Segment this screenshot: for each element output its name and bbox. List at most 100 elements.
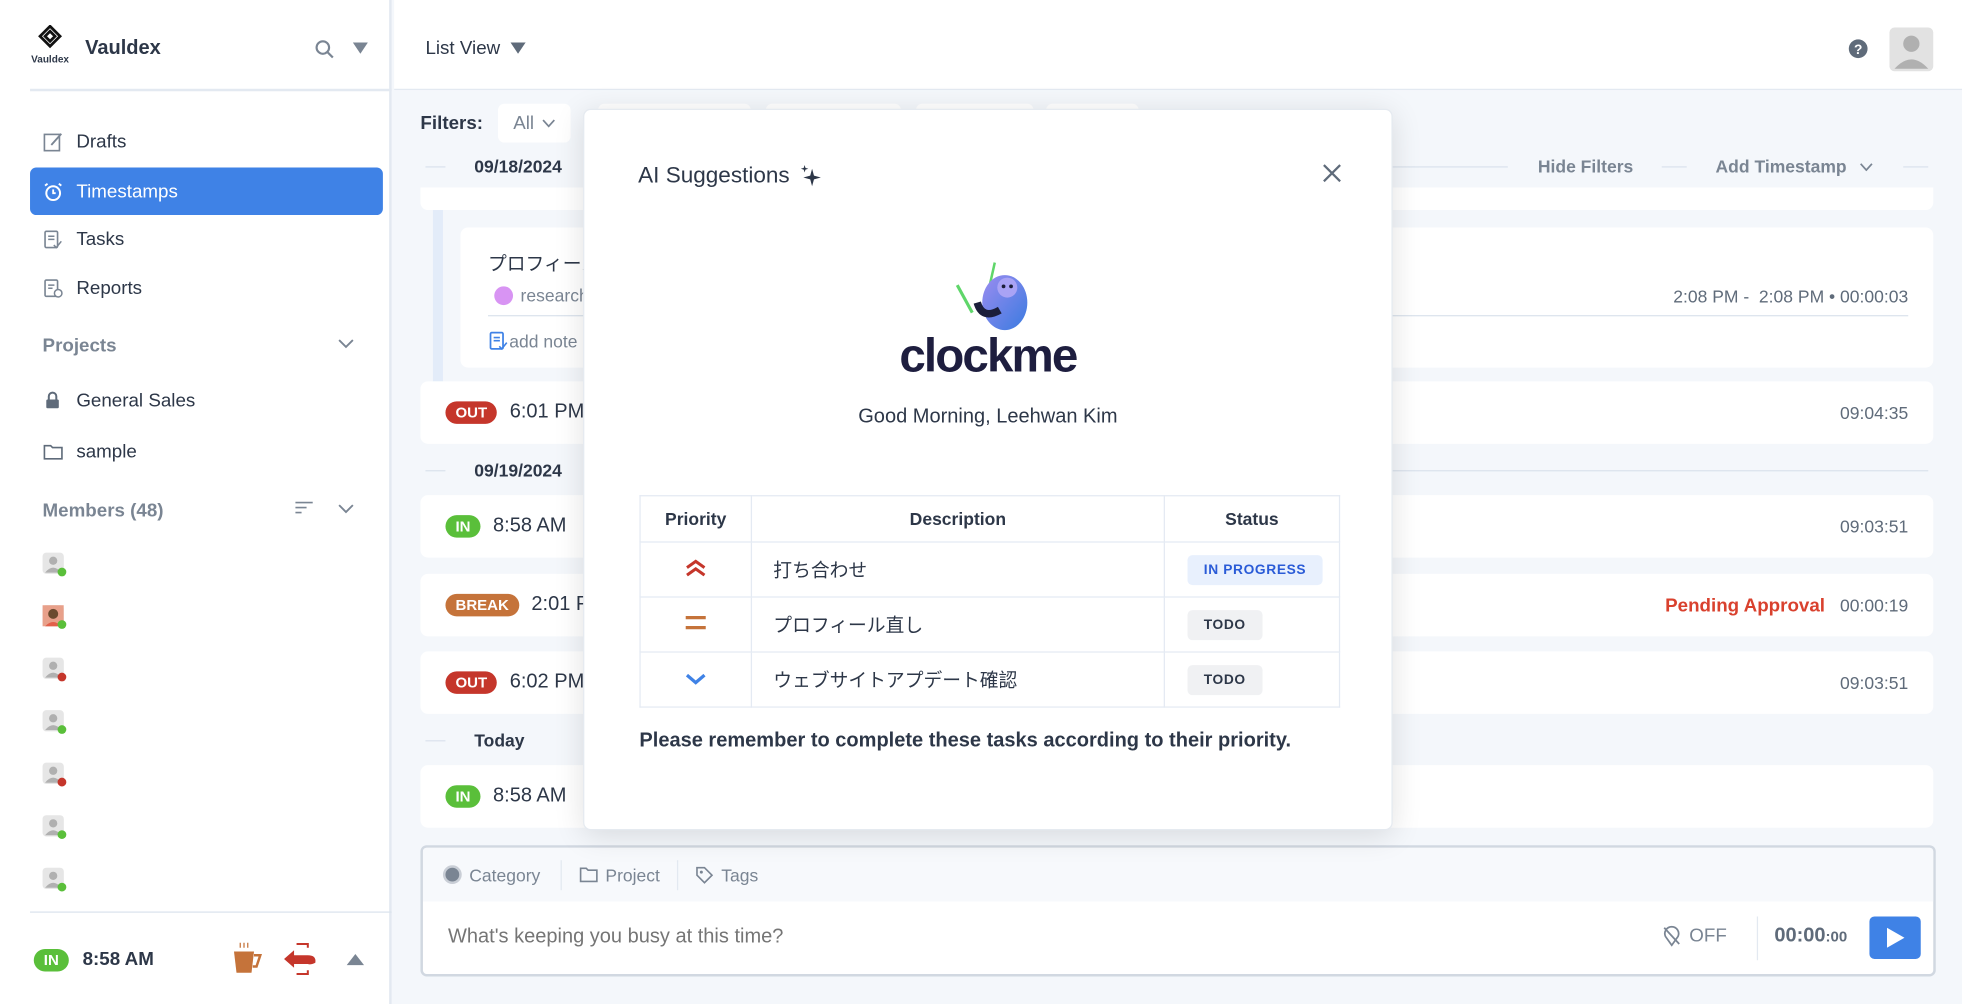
modal-footer-message: Please remember to complete these tasks …	[639, 730, 1292, 752]
sidebar: Vauldex Vauldex Drafts Timestamps Tasks …	[0, 0, 392, 1004]
category-tag[interactable]: research	[494, 285, 589, 305]
coffee-break-icon[interactable]	[230, 940, 265, 975]
view-label: List View	[425, 37, 501, 59]
column-header: Status	[1163, 495, 1341, 543]
sort-icon[interactable]	[295, 501, 313, 515]
sidebar-item-label: Timestamps	[76, 180, 178, 202]
ai-suggestions-modal: AI Suggestions clockme Good Morning, Lee…	[583, 108, 1393, 831]
note-icon	[489, 331, 508, 351]
add-timestamp-label: Add Timestamp	[1715, 156, 1847, 177]
modal-title-text: AI Suggestions	[638, 162, 790, 188]
location-off-icon	[1663, 925, 1680, 947]
member-avatar[interactable]	[42, 762, 67, 787]
hide-filters-button[interactable]: Hide Filters	[1538, 156, 1633, 176]
workspace-name[interactable]: Vauldex	[85, 38, 161, 61]
start-timer-button[interactable]	[1869, 916, 1921, 959]
filter-all-dropdown[interactable]: All	[498, 103, 571, 143]
status-badge: OUT	[445, 671, 498, 694]
chevron-down-icon[interactable]	[338, 504, 354, 514]
clipboard-check-icon	[44, 229, 62, 249]
location-toggle[interactable]: OFF	[1662, 925, 1727, 947]
status-badge: IN	[445, 515, 481, 538]
close-icon[interactable]	[1323, 164, 1342, 183]
tags-label: Tags	[721, 864, 759, 885]
sidebar-item-reports[interactable]: Reports	[30, 264, 383, 312]
add-timestamp-button[interactable]: Add Timestamp	[1716, 156, 1873, 176]
presence-dot	[57, 830, 67, 839]
alarm-icon	[44, 182, 62, 201]
timer-main: 00:00	[1774, 925, 1826, 947]
table-row: プロフィール直し TODO	[639, 596, 1341, 653]
chevron-down-icon	[542, 119, 555, 128]
presence-dot	[57, 620, 67, 629]
clock-out-icon[interactable]	[283, 940, 321, 978]
status-badge: IN	[445, 785, 481, 808]
duration: 00:00:19	[1840, 595, 1909, 616]
folder-icon	[43, 444, 63, 460]
timestamp-time: 8:58 AM	[493, 785, 567, 807]
pending-approval-status: Pending Approval	[1665, 594, 1826, 616]
user-avatar[interactable]	[1889, 27, 1934, 72]
status-badge: BREAK	[445, 593, 519, 617]
project-label: Project	[605, 864, 660, 885]
status-badge: TODO	[1187, 664, 1263, 695]
projects-header[interactable]: Projects	[43, 335, 117, 356]
presence-dot	[57, 567, 67, 577]
sidebar-item-tasks[interactable]: Tasks	[30, 215, 383, 263]
timer-display: 00:00:00	[1774, 925, 1847, 948]
sidebar-item-label: Drafts	[76, 130, 127, 152]
duration: 09:03:51	[1840, 672, 1909, 693]
project-sample[interactable]: sample	[30, 428, 383, 476]
caret-down-icon	[510, 41, 526, 54]
timestamp-composer: Category Project Tags OFF 00:00:00	[420, 845, 1936, 977]
duration: 09:04:35	[1840, 402, 1909, 423]
project-general-sales[interactable]: General Sales	[30, 376, 383, 424]
table-row: 打ち合わせ IN PROGRESS	[639, 541, 1341, 598]
priority-medium-icon	[685, 616, 706, 630]
member-avatar[interactable]	[42, 710, 67, 734]
sidebar-item-timestamps[interactable]: Timestamps	[30, 167, 383, 216]
sloth-mascot-icon	[955, 262, 1027, 331]
priority-low-icon	[685, 673, 706, 685]
duration: 09:03:51	[1840, 516, 1909, 537]
add-note-button[interactable]: add note	[488, 330, 577, 351]
timestamp-time: 6:02 PM	[509, 671, 585, 693]
member-avatar[interactable]	[42, 657, 67, 682]
project-label: General Sales	[76, 389, 196, 411]
presence-dot	[57, 777, 67, 787]
member-avatar[interactable]	[42, 867, 67, 892]
sidebar-item-drafts[interactable]: Drafts	[30, 118, 383, 166]
project-label: sample	[76, 440, 137, 462]
column-header: Priority	[639, 495, 753, 543]
task-description: 打ち合わせ	[750, 541, 1165, 598]
activity-input[interactable]	[447, 916, 1575, 959]
tag-icon	[696, 866, 714, 884]
member-avatar[interactable]	[42, 815, 67, 839]
timer-seconds: :00	[1825, 927, 1848, 946]
sparkles-icon	[800, 164, 821, 186]
project-selector[interactable]: Project	[562, 865, 678, 885]
member-avatar[interactable]	[42, 605, 67, 629]
category-selector[interactable]: Category	[423, 865, 560, 885]
expand-up-icon[interactable]	[346, 953, 365, 966]
members-header[interactable]: Members (48)	[43, 500, 164, 521]
member-avatar[interactable]	[42, 552, 67, 577]
user-icon	[1894, 35, 1929, 69]
search-icon[interactable]	[314, 39, 335, 60]
tags-selector[interactable]: Tags	[679, 865, 776, 885]
status-badge: TODO	[1187, 609, 1263, 640]
timestamp-time: 8:58 AM	[493, 515, 567, 537]
task-description: プロフィール直し	[750, 596, 1165, 653]
time-range: 2:08 PM - 2:08 PM • 00:00:03	[1673, 286, 1909, 307]
presence-dot	[57, 672, 67, 682]
view-switcher[interactable]: List View	[425, 37, 526, 59]
workspace-dropdown-icon[interactable]	[352, 42, 368, 56]
chevron-down-icon[interactable]	[338, 339, 354, 349]
status-badge: IN	[33, 948, 69, 972]
priority-high-icon	[686, 558, 706, 576]
date-header: Today	[474, 730, 525, 751]
clockme-logo: clockme	[885, 260, 1091, 381]
help-icon[interactable]: ?	[1848, 39, 1868, 59]
play-icon	[1886, 927, 1904, 948]
composer-toolbar: Category Project Tags	[422, 847, 1934, 902]
